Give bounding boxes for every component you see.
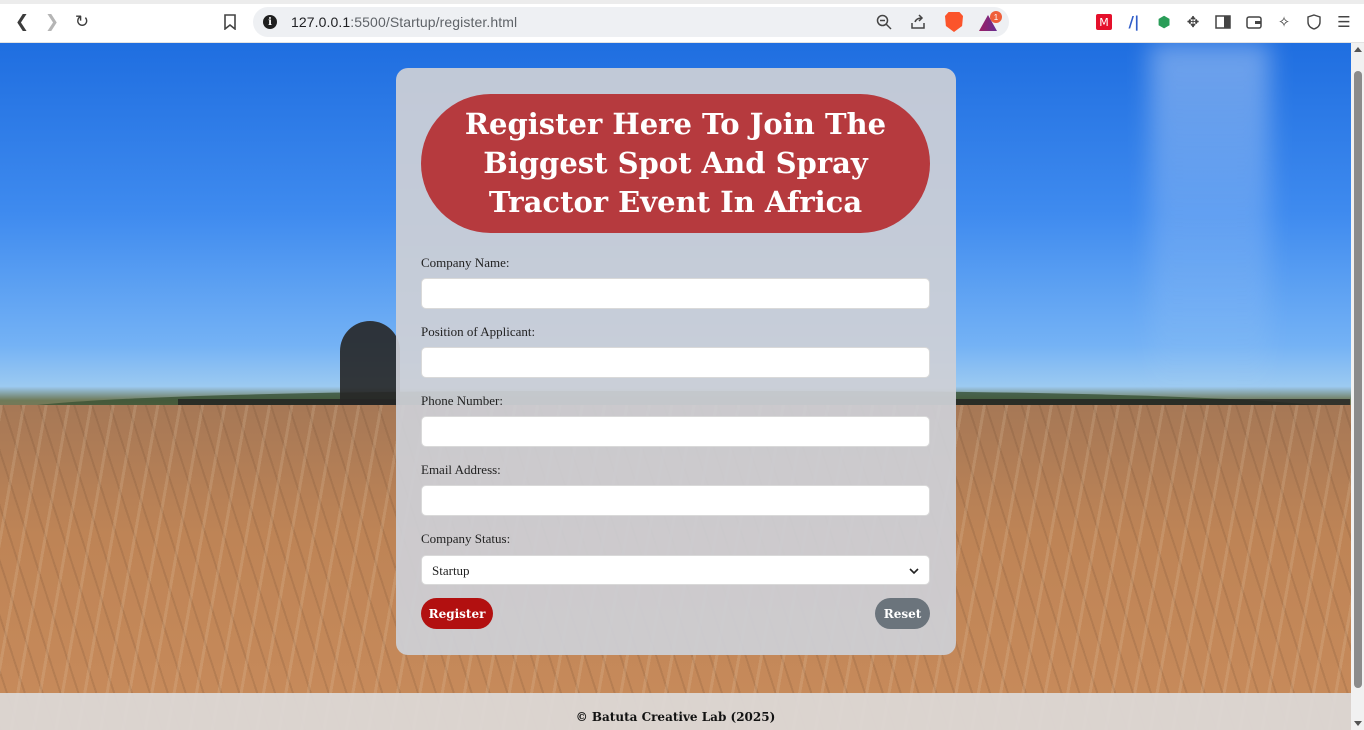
company-name-label: Company Name:: [421, 255, 510, 270]
scrollbar[interactable]: [1351, 43, 1364, 730]
url-text[interactable]: 127.0.0.1:5500/Startup/register.html: [291, 14, 517, 30]
extension-red-icon[interactable]: M: [1096, 14, 1112, 30]
back-icon[interactable]: ❮: [10, 10, 34, 34]
company-name-input[interactable]: [421, 278, 930, 309]
extension-chart-icon[interactable]: /|: [1124, 12, 1144, 32]
extensions-puzzle-icon[interactable]: ✥: [1183, 12, 1203, 32]
reload-icon[interactable]: ↻: [70, 10, 94, 34]
reset-button[interactable]: Reset: [875, 598, 930, 629]
position-label: Position of Applicant:: [421, 324, 536, 339]
tab-strip-edge: [0, 0, 1364, 4]
rewards-badge: 1: [990, 11, 1002, 23]
zoom-icon[interactable]: [874, 12, 894, 32]
company-status-select[interactable]: Startup: [421, 555, 930, 585]
forward-icon[interactable]: ❯: [40, 10, 64, 34]
phone-number-input[interactable]: [421, 416, 930, 447]
copyright-text: © Batuta Creative Lab (2025): [575, 710, 776, 724]
scroll-down-arrow-icon[interactable]: [1354, 721, 1362, 726]
page-viewport: Register Here To Join The Biggest Spot A…: [0, 43, 1351, 730]
sky-glow: [1150, 43, 1270, 403]
address-bar[interactable]: i 127.0.0.1:5500/Startup/register.html 1: [253, 7, 1009, 37]
scroll-thumb[interactable]: [1354, 71, 1362, 688]
vpn-icon[interactable]: [1304, 12, 1324, 32]
phone-number-label: Phone Number:: [421, 393, 503, 408]
bookmark-icon[interactable]: [218, 10, 242, 34]
email-address-input[interactable]: [421, 485, 930, 516]
menu-icon[interactable]: ☰: [1334, 12, 1354, 32]
leo-ai-icon[interactable]: ✧: [1274, 12, 1294, 32]
position-input[interactable]: [421, 347, 930, 378]
register-button[interactable]: Register: [421, 598, 493, 629]
brave-rewards-icon[interactable]: 1: [979, 11, 1002, 31]
browser-toolbar: ❮ ❯ ↻ i 127.0.0.1:5500/Startup/register.…: [0, 0, 1364, 43]
scroll-up-arrow-icon[interactable]: [1354, 47, 1362, 52]
sidebar-icon[interactable]: [1213, 12, 1233, 32]
heading-banner: Register Here To Join The Biggest Spot A…: [421, 94, 930, 233]
share-icon[interactable]: [908, 12, 928, 32]
chevron-down-icon: [909, 568, 919, 575]
site-info-icon[interactable]: i: [263, 15, 277, 29]
email-address-label: Email Address:: [421, 462, 501, 477]
registration-card: Register Here To Join The Biggest Spot A…: [396, 68, 956, 655]
brave-shields-icon[interactable]: [945, 12, 963, 32]
wallet-icon[interactable]: [1244, 12, 1264, 32]
extension-shield-icon[interactable]: ⬢: [1154, 12, 1174, 32]
page-title: Register Here To Join The Biggest Spot A…: [464, 107, 887, 219]
company-status-label: Company Status:: [421, 531, 511, 546]
footer: © Batuta Creative Lab (2025): [0, 693, 1351, 730]
company-status-value: Startup: [432, 563, 470, 578]
